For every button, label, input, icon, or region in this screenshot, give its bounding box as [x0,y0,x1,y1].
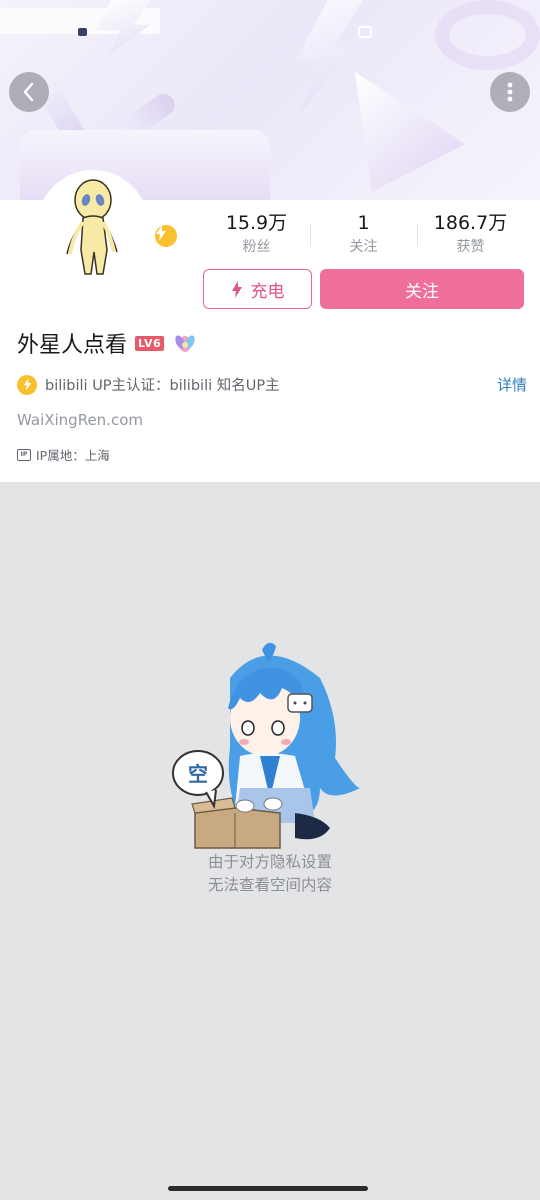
tv-icon [358,26,372,38]
website-link[interactable]: WaiXingRen.com [17,411,143,429]
username: 外星人点看 [17,333,128,358]
verified-icon [17,374,37,395]
level-badge: LV6 [135,335,165,351]
bubble-text: 空 [188,762,208,786]
stats-bar: 15.9万 粉丝 1 关注 186.7万 获赞 [203,210,524,260]
back-button[interactable] [9,72,49,112]
ip-location-row: IP IP属地：上海 [17,445,110,464]
stat-label: 获赞 [456,239,485,255]
ip-icon: IP [17,448,31,461]
home-indicator[interactable] [168,1186,368,1191]
alien-avatar-icon [66,179,118,275]
banner-ring-shape [435,0,540,70]
charge-label: 充电 [250,281,285,302]
follow-label: 关注 [405,281,439,302]
empty-space-illustration: 空 [172,642,360,849]
stat-value: 1 [357,212,370,234]
medal-icon[interactable] [173,331,197,355]
stat-likes[interactable]: 186.7万 获赞 [417,210,524,260]
verified-badge-icon [152,222,180,250]
verification-text: bilibili UP主认证：bilibili 知名UP主 [45,378,280,394]
privacy-message-line1: 由于对方隐私设置 [207,853,332,871]
more-vertical-icon [507,82,513,102]
ip-location-text: IP属地：上海 [36,448,110,463]
verification-row: bilibili UP主认证：bilibili 知名UP主 详情 [17,374,527,395]
stat-label: 粉丝 [242,239,271,255]
stat-label: 关注 [349,239,378,255]
stat-value: 15.9万 [225,212,288,234]
more-options-button[interactable] [490,72,530,112]
name-row: 外星人点看 LV6 [17,327,197,359]
chevron-left-icon [23,82,34,102]
charge-button[interactable]: 充电 [203,269,312,309]
stat-value: 186.7万 [433,212,508,234]
banner-play-shape [355,72,465,192]
details-link[interactable]: 详情 [497,374,527,395]
profile-card: 15.9万 粉丝 1 关注 186.7万 获赞 充电 关注 外星人点看 LV6 [0,170,540,482]
status-icon [78,28,87,36]
stat-fans[interactable]: 15.9万 粉丝 [203,210,310,260]
avatar[interactable] [37,170,180,282]
privacy-message-line2: 无法查看空间内容 [207,876,332,894]
banner-bolt-shape [296,0,363,112]
lightning-icon [231,280,242,298]
follow-button[interactable]: 关注 [320,269,524,309]
stat-following[interactable]: 1 关注 [310,210,417,260]
